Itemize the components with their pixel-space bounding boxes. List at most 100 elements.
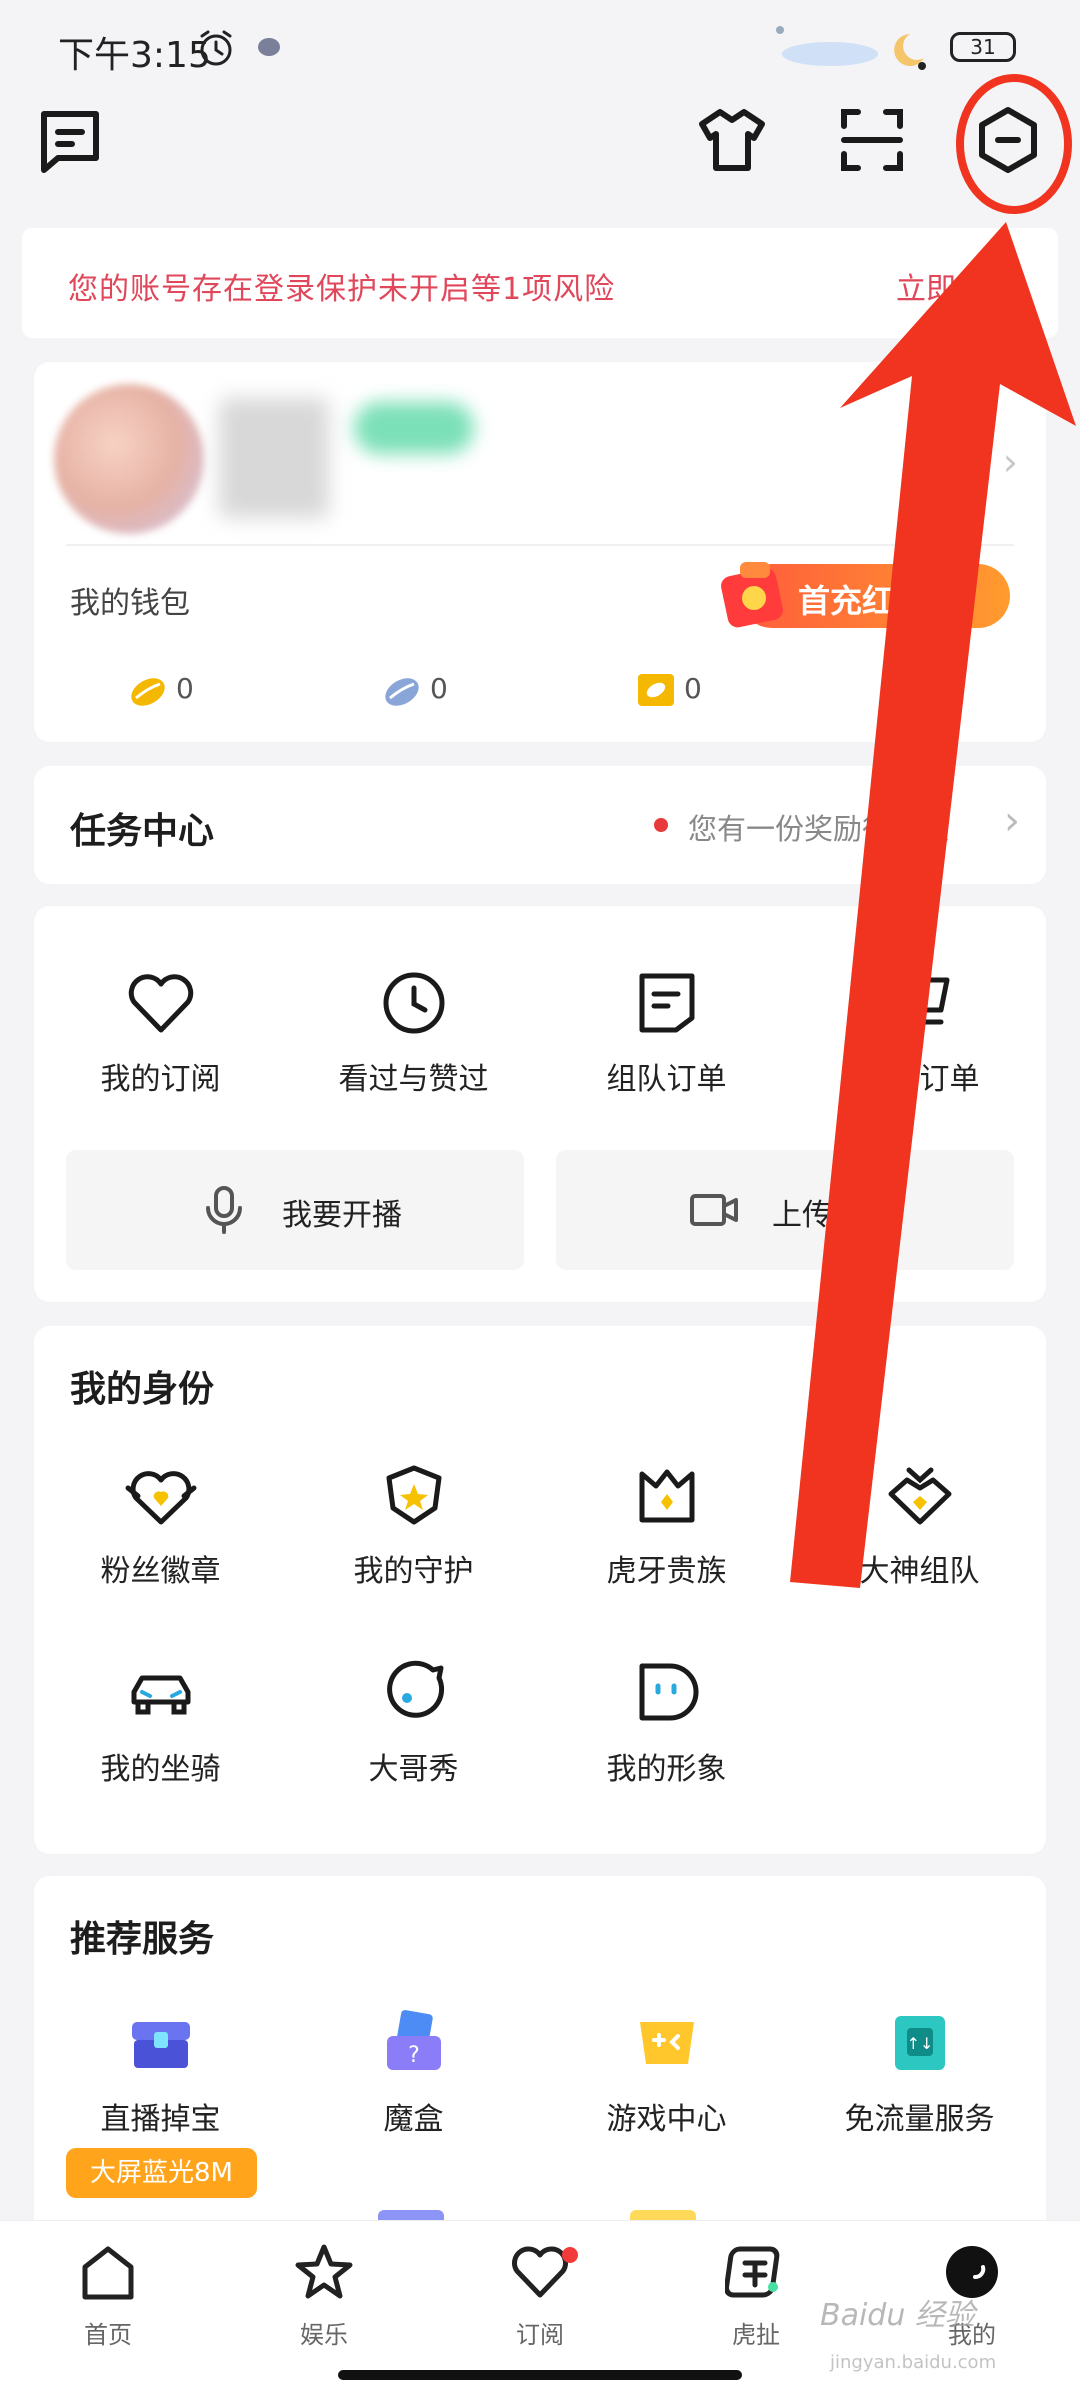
baidu-watermark: Baidu 经验 bbox=[820, 2298, 975, 2333]
avatar-icon bbox=[639, 1663, 698, 1721]
feedback-icon[interactable] bbox=[34, 104, 106, 176]
clock-icon bbox=[383, 972, 444, 1034]
chevron-right-icon[interactable]: › bbox=[1003, 440, 1018, 484]
silver-bean-balance[interactable]: 0 bbox=[380, 668, 448, 712]
status-time: 下午3:15 bbox=[58, 35, 211, 76]
settings-icon[interactable] bbox=[972, 104, 1044, 176]
task-center-row[interactable]: 任务中心 您有一份奖励待领取 › bbox=[34, 766, 1046, 884]
huya-noble-item[interactable]: 虎牙贵族 bbox=[540, 1458, 793, 1618]
security-risk-banner[interactable]: 您的账号存在登录保护未开启等1项风险 立即查看 bbox=[22, 228, 1058, 338]
my-guard-item[interactable]: 我的守护 bbox=[287, 1458, 540, 1618]
upload-video-button[interactable]: 上传视频 bbox=[556, 1150, 1014, 1270]
nav-entertainment[interactable]: 娱乐 bbox=[216, 2241, 432, 2361]
outfit-icon[interactable] bbox=[696, 104, 768, 176]
fan-badge-item[interactable]: 粉丝徽章 bbox=[34, 1458, 287, 1618]
alarm-icon bbox=[200, 30, 232, 66]
identity-section-title: 我的身份 bbox=[70, 1369, 215, 1410]
silver-bean-icon bbox=[385, 678, 419, 706]
recharge-label: 首充红包 bbox=[798, 582, 927, 620]
big-bro-show-item[interactable]: 大哥秀 bbox=[287, 1656, 540, 1816]
team-order-item[interactable]: 组队订单 bbox=[540, 966, 793, 1126]
nav-label: 娱乐 bbox=[300, 2321, 348, 2349]
svg-text:↑↓: ↑↓ bbox=[906, 2034, 933, 2053]
task-center-title: 任务中心 bbox=[70, 811, 215, 852]
watch-history-item[interactable]: 看过与赞过 bbox=[287, 966, 540, 1126]
item-label: 游戏中心 bbox=[606, 2102, 727, 2137]
chevron-right-icon: › bbox=[1004, 798, 1020, 844]
notification-dot bbox=[562, 2247, 578, 2263]
star-icon bbox=[295, 2244, 353, 2299]
car-icon bbox=[131, 1675, 190, 1715]
magic-box-icon: ? bbox=[386, 2010, 441, 2070]
free-data-icon: ↑↓ bbox=[894, 2016, 945, 2070]
item-label: 看过与赞过 bbox=[338, 1062, 489, 1097]
gold-bean-balance[interactable]: 0 bbox=[126, 668, 194, 712]
item-label: 组队订单 bbox=[606, 1062, 727, 1097]
heart-icon bbox=[128, 974, 193, 1033]
item-label: 我的形象 bbox=[606, 1752, 727, 1787]
weather-night-icon bbox=[776, 26, 926, 70]
game-center-icon bbox=[639, 2022, 694, 2064]
ticket-icon bbox=[638, 674, 674, 706]
scan-icon[interactable] bbox=[836, 104, 908, 176]
nav-label: 订阅 bbox=[516, 2321, 564, 2349]
item-label: 大哥秀 bbox=[368, 1752, 459, 1787]
baidu-watermark-url: jingyan.baidu.com bbox=[830, 2352, 997, 2373]
heart-icon bbox=[512, 2246, 568, 2298]
bigbro-icon bbox=[386, 1660, 444, 1718]
guard-icon bbox=[386, 1465, 441, 1525]
nav-subscribe[interactable]: 订阅 bbox=[432, 2241, 648, 2361]
item-label: 粉丝徽章 bbox=[100, 1554, 221, 1589]
recommend-section-title: 推荐服务 bbox=[70, 1919, 215, 1960]
level-badge-blurred bbox=[354, 402, 474, 454]
my-subscription-item[interactable]: 我的订阅 bbox=[34, 966, 287, 1126]
upload-video-label: 上传视频 bbox=[772, 1198, 892, 1233]
huche-icon bbox=[725, 2246, 780, 2298]
magic-box-item[interactable]: ? 魔盒 bbox=[287, 2006, 540, 2166]
avatar[interactable] bbox=[54, 384, 204, 534]
game-center-item[interactable]: 游戏中心 bbox=[540, 2006, 793, 2166]
status-bar: 下午3:15 31 bbox=[0, 0, 1080, 90]
shopping-order-item[interactable]: 购物订单 bbox=[793, 966, 1046, 1126]
home-indicator[interactable] bbox=[338, 2370, 742, 2380]
nav-home[interactable]: 首页 bbox=[0, 2241, 216, 2361]
message-icon bbox=[258, 38, 280, 56]
fan-badge-icon bbox=[125, 1471, 196, 1525]
god-team-icon bbox=[888, 1467, 951, 1525]
item-label: 购物订单 bbox=[859, 1062, 980, 1097]
item-label: 虎牙贵族 bbox=[606, 1554, 727, 1589]
red-packet-icon bbox=[721, 562, 783, 628]
item-label: 我的坐骑 bbox=[100, 1752, 221, 1787]
my-mount-item[interactable]: 我的坐骑 bbox=[34, 1656, 287, 1816]
god-team-item[interactable]: 大神组队 bbox=[793, 1458, 1046, 1618]
item-label: 魔盒 bbox=[383, 2102, 444, 2137]
reward-hint: 您有一份奖励待领取 bbox=[688, 812, 950, 846]
divider bbox=[66, 544, 1014, 546]
start-live-button[interactable]: 我要开播 bbox=[66, 1150, 524, 1270]
item-label: 大神组队 bbox=[859, 1554, 980, 1589]
gold-bean-value: 0 bbox=[176, 672, 194, 705]
username-blurred bbox=[219, 398, 329, 518]
first-recharge-button[interactable]: 首充红包 bbox=[721, 562, 1010, 628]
wallet-label: 我的钱包 bbox=[70, 586, 190, 621]
risk-warning-text: 您的账号存在登录保护未开启等1项风险 bbox=[68, 272, 616, 307]
live-treasure-item[interactable]: 直播掉宝 bbox=[34, 2006, 287, 2166]
profile-card[interactable]: › 我的钱包 首充红包 0 0 0 bbox=[34, 362, 1046, 742]
treasure-icon bbox=[131, 2022, 190, 2068]
free-data-item[interactable]: ↑↓ 免流量服务 bbox=[793, 2006, 1046, 2166]
video-camera-icon bbox=[690, 1194, 738, 1226]
crown-icon bbox=[639, 1469, 694, 1523]
item-label: 直播掉宝 bbox=[100, 2102, 221, 2137]
svg-text:?: ? bbox=[408, 2043, 420, 2068]
my-image-item[interactable]: 我的形象 bbox=[540, 1656, 793, 1816]
promo-badge: 大屏蓝光8M bbox=[66, 2148, 257, 2198]
home-icon bbox=[82, 2246, 134, 2300]
microphone-icon bbox=[206, 1186, 242, 1234]
item-label: 我的订阅 bbox=[100, 1062, 221, 1097]
battery-indicator: 31 bbox=[950, 32, 1016, 62]
item-label: 我的守护 bbox=[353, 1554, 474, 1589]
check-now-link[interactable]: 立即查看 bbox=[896, 264, 1016, 308]
start-live-label: 我要开播 bbox=[282, 1198, 402, 1233]
silver-bean-value: 0 bbox=[430, 672, 448, 705]
ticket-balance[interactable]: 0 bbox=[634, 668, 702, 712]
